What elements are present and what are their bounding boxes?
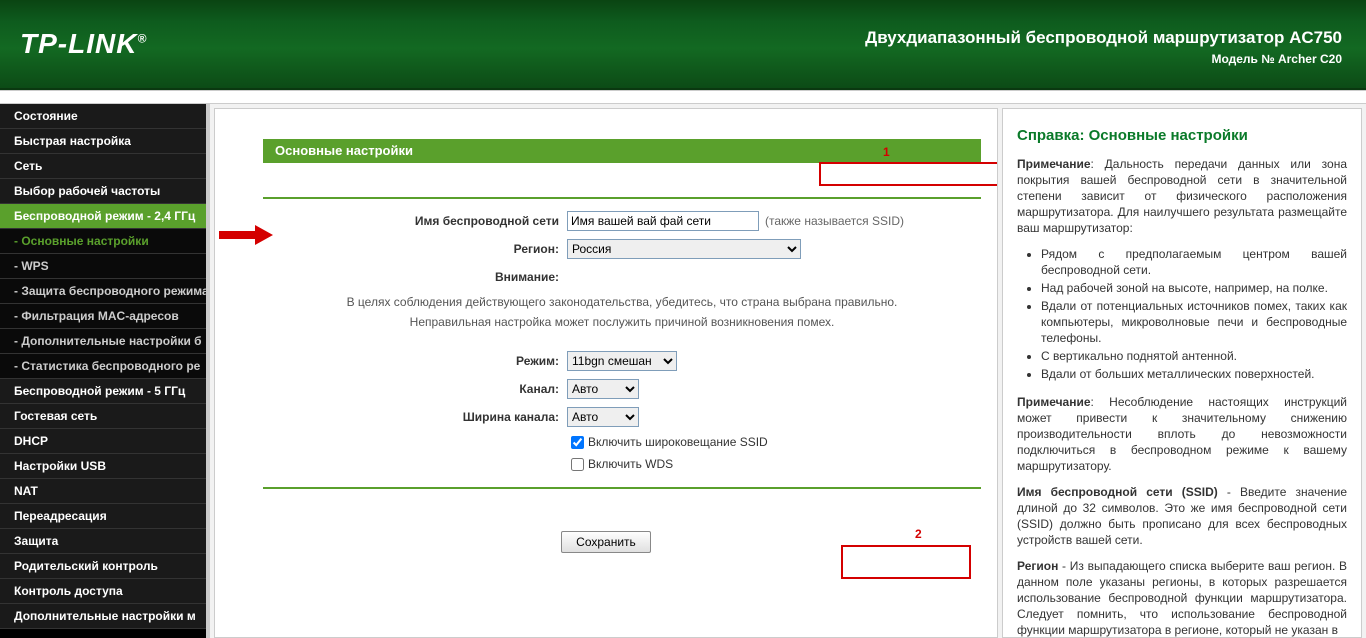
ssid-hint: (также называется SSID) [765,214,904,228]
help-bullet: Рядом с предполагаемым центром вашей бес… [1041,246,1347,278]
save-button[interactable]: Сохранить [561,531,651,553]
width-select[interactable]: Авто [567,407,639,427]
step-marker-1: 1 [883,145,890,159]
header-text: Двухдиапазонный беспроводной маршрутизат… [865,28,1342,66]
sidebar-item[interactable]: Выбор рабочей частоты [0,179,206,204]
help-p3: Имя беспроводной сети (SSID) - Введите з… [1017,484,1347,548]
sidebar-item[interactable]: - Статистика беспроводного ре [0,354,206,379]
help-bullet: С вертикально поднятой антенной. [1041,348,1347,364]
help-title: Справка: Основные настройки [1017,127,1347,144]
sidebar-item[interactable]: Гостевая сеть [0,404,206,429]
sidebar-item[interactable]: DHCP [0,429,206,454]
separator-bar [0,90,1366,104]
legal-note-1: В целях соблюдения действующего законода… [263,293,981,311]
help-bullet: Вдали от потенциальных источников помех,… [1041,298,1347,346]
header-title: Двухдиапазонный беспроводной маршрутизат… [865,28,1342,48]
main-panel: Основные настройки 1 Имя беспроводной се… [214,108,998,638]
page-title: Основные настройки [263,139,981,163]
label-region: Регион: [263,242,567,256]
divider-bottom [263,487,981,489]
help-p4: Регион - Из выпадающего списка выберите … [1017,558,1347,638]
region-select[interactable]: Россия [567,239,801,259]
sidebar-item[interactable]: Переадресация [0,504,206,529]
sidebar-item[interactable]: Настройки USB [0,454,206,479]
help-bullet: Над рабочей зоной на высоте, например, н… [1041,280,1347,296]
sidebar-item[interactable]: - WPS [0,254,206,279]
header-model: Модель № Archer C20 [865,52,1342,66]
sidebar-item[interactable]: Дополнительные настройки м [0,604,206,629]
arrow-indicator [219,223,275,247]
sidebar-item[interactable]: Контроль доступа [0,579,206,604]
sidebar-item[interactable]: - Фильтрация MAC-адресов [0,304,206,329]
label-mode: Режим: [263,354,567,368]
wds-checkbox[interactable] [571,458,584,471]
header: TP-LINK® Двухдиапазонный беспроводной ма… [0,0,1366,90]
ssid-input[interactable] [567,211,759,231]
brand-logo: TP-LINK® [20,28,147,60]
highlight-1 [819,162,998,186]
sidebar-item[interactable]: - Дополнительные настройки б [0,329,206,354]
help-list: Рядом с предполагаемым центром вашей бес… [1017,246,1347,382]
sidebar-item[interactable]: - Основные настройки [0,229,206,254]
sidebar-item[interactable]: Родительский контроль [0,554,206,579]
sidebar-item[interactable]: Беспроводной режим - 2,4 ГГц [0,204,206,229]
sidebar-item[interactable]: Беспроводной режим - 5 ГГц [0,379,206,404]
sidebar-item[interactable]: - Защита беспроводного режима [0,279,206,304]
sidebar-item[interactable]: Быстрая настройка [0,129,206,154]
label-ssid: Имя беспроводной сети [263,214,567,228]
label-width: Ширина канала: [263,410,567,424]
wds-label: Включить WDS [588,457,673,471]
sidebar: СостояниеБыстрая настройкаСетьВыбор рабо… [0,104,210,638]
help-bullet: Вдали от больших металлических поверхнос… [1041,366,1347,382]
legal-note-2: Неправильная настройка может послужить п… [263,313,981,331]
broadcast-ssid-checkbox[interactable] [571,436,584,449]
sidebar-item[interactable]: NAT [0,479,206,504]
sidebar-item[interactable]: Защита [0,529,206,554]
form-area: 1 [263,163,981,171]
broadcast-ssid-label: Включить широковещание SSID [588,435,768,449]
help-p2: Примечание: Несоблюдение настоящих инстр… [1017,394,1347,474]
help-panel: Справка: Основные настройки Примечание: … [1002,108,1362,638]
label-attention: Внимание: [263,270,567,284]
sidebar-item[interactable]: Сеть [0,154,206,179]
sidebar-item[interactable]: Состояние [0,104,206,129]
help-p1: Примечание: Дальность передачи данных ил… [1017,156,1347,236]
channel-select[interactable]: Авто [567,379,639,399]
label-channel: Канал: [263,382,567,396]
mode-select[interactable]: 11bgn смешан [567,351,677,371]
